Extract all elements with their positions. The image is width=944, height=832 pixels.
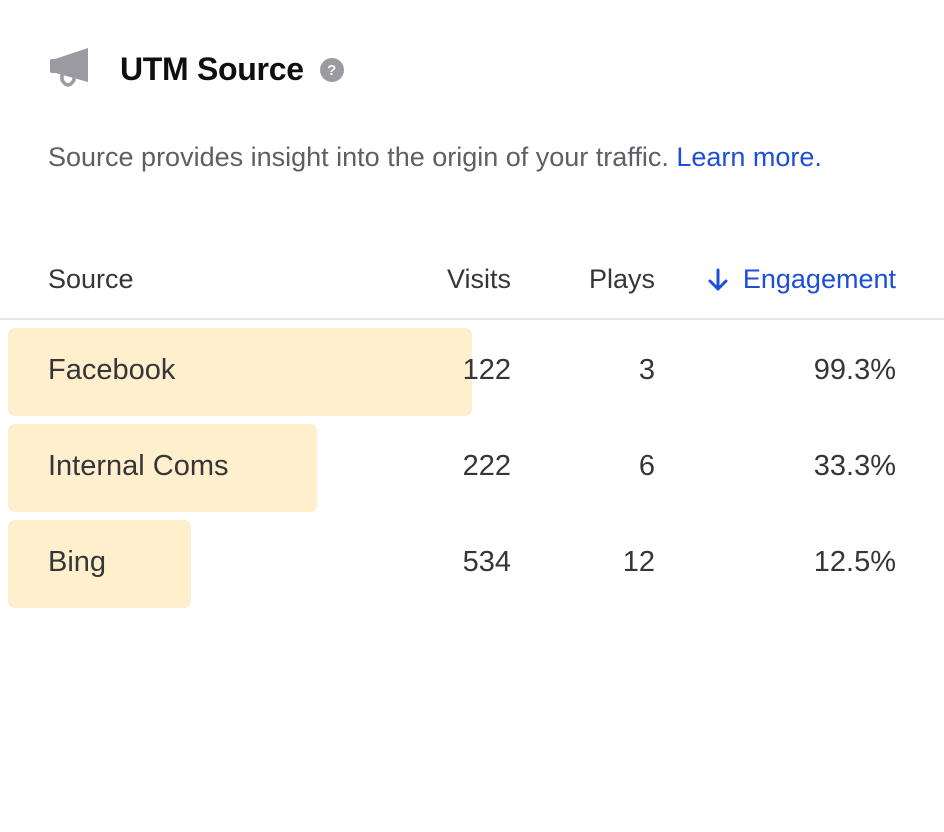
card-header: UTM Source ? xyxy=(48,44,344,94)
table-row[interactable]: Bing 534 12 12.5% xyxy=(0,520,944,608)
plays-value: 12 xyxy=(622,546,655,578)
column-header-source[interactable]: Source xyxy=(48,264,134,295)
plays-value: 6 xyxy=(638,450,655,482)
engagement-value: 99.3% xyxy=(813,354,896,386)
description-text: Source provides insight into the origin … xyxy=(48,142,677,172)
visits-value: 122 xyxy=(462,354,511,386)
table-header: Source Visits Plays Engagement xyxy=(0,258,944,320)
source-name: Facebook xyxy=(48,354,176,386)
column-header-engagement-label: Engagement xyxy=(742,264,896,294)
card-title: UTM Source xyxy=(120,50,304,87)
visits-value: 534 xyxy=(462,546,511,578)
megaphone-icon xyxy=(50,48,88,87)
column-header-plays[interactable]: Plays xyxy=(589,264,655,295)
plays-value: 3 xyxy=(638,354,655,386)
engagement-value: 12.5% xyxy=(813,546,896,578)
column-header-visits[interactable]: Visits xyxy=(447,264,511,295)
source-name: Internal Coms xyxy=(48,450,229,482)
sort-arrow-down-icon xyxy=(708,268,728,290)
source-name: Bing xyxy=(48,546,107,578)
visits-value: 222 xyxy=(462,450,511,482)
column-header-engagement[interactable]: Engagement xyxy=(707,264,896,295)
description: Source provides insight into the origin … xyxy=(48,136,878,178)
question-circle-icon[interactable]: ? xyxy=(319,58,344,82)
table-row[interactable]: Facebook 122 3 99.3% xyxy=(0,328,944,416)
engagement-value: 33.3% xyxy=(813,450,896,482)
table-row[interactable]: Internal Coms 222 6 33.3% xyxy=(0,424,944,512)
learn-more-link[interactable]: Learn more. xyxy=(676,142,822,172)
